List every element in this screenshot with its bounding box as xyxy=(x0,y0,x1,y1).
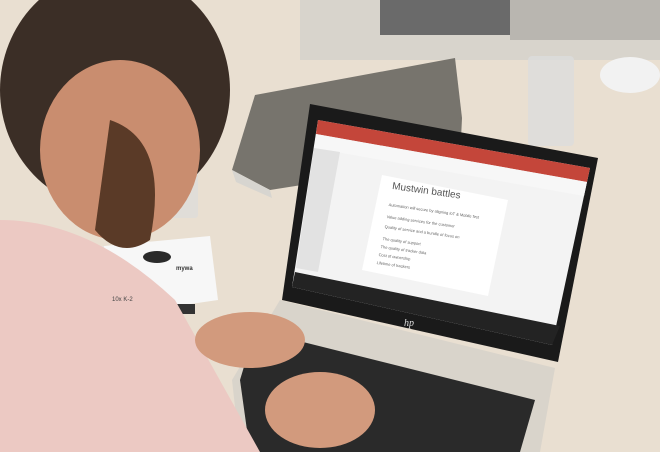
photo-scene: Mustwin battles Automation will secure b… xyxy=(0,0,660,452)
product-box-model: 10x K-2 xyxy=(112,297,133,303)
person-hand-left xyxy=(195,312,305,368)
background-window xyxy=(510,0,660,40)
background-chair xyxy=(380,0,520,35)
product-box-device xyxy=(143,251,171,263)
person-hand-right xyxy=(265,372,375,448)
background-object xyxy=(600,57,660,93)
water-glass xyxy=(528,56,574,146)
product-box-brand: mywa xyxy=(176,266,193,272)
photo xyxy=(0,0,660,452)
laptop-logo: hp xyxy=(404,318,414,329)
